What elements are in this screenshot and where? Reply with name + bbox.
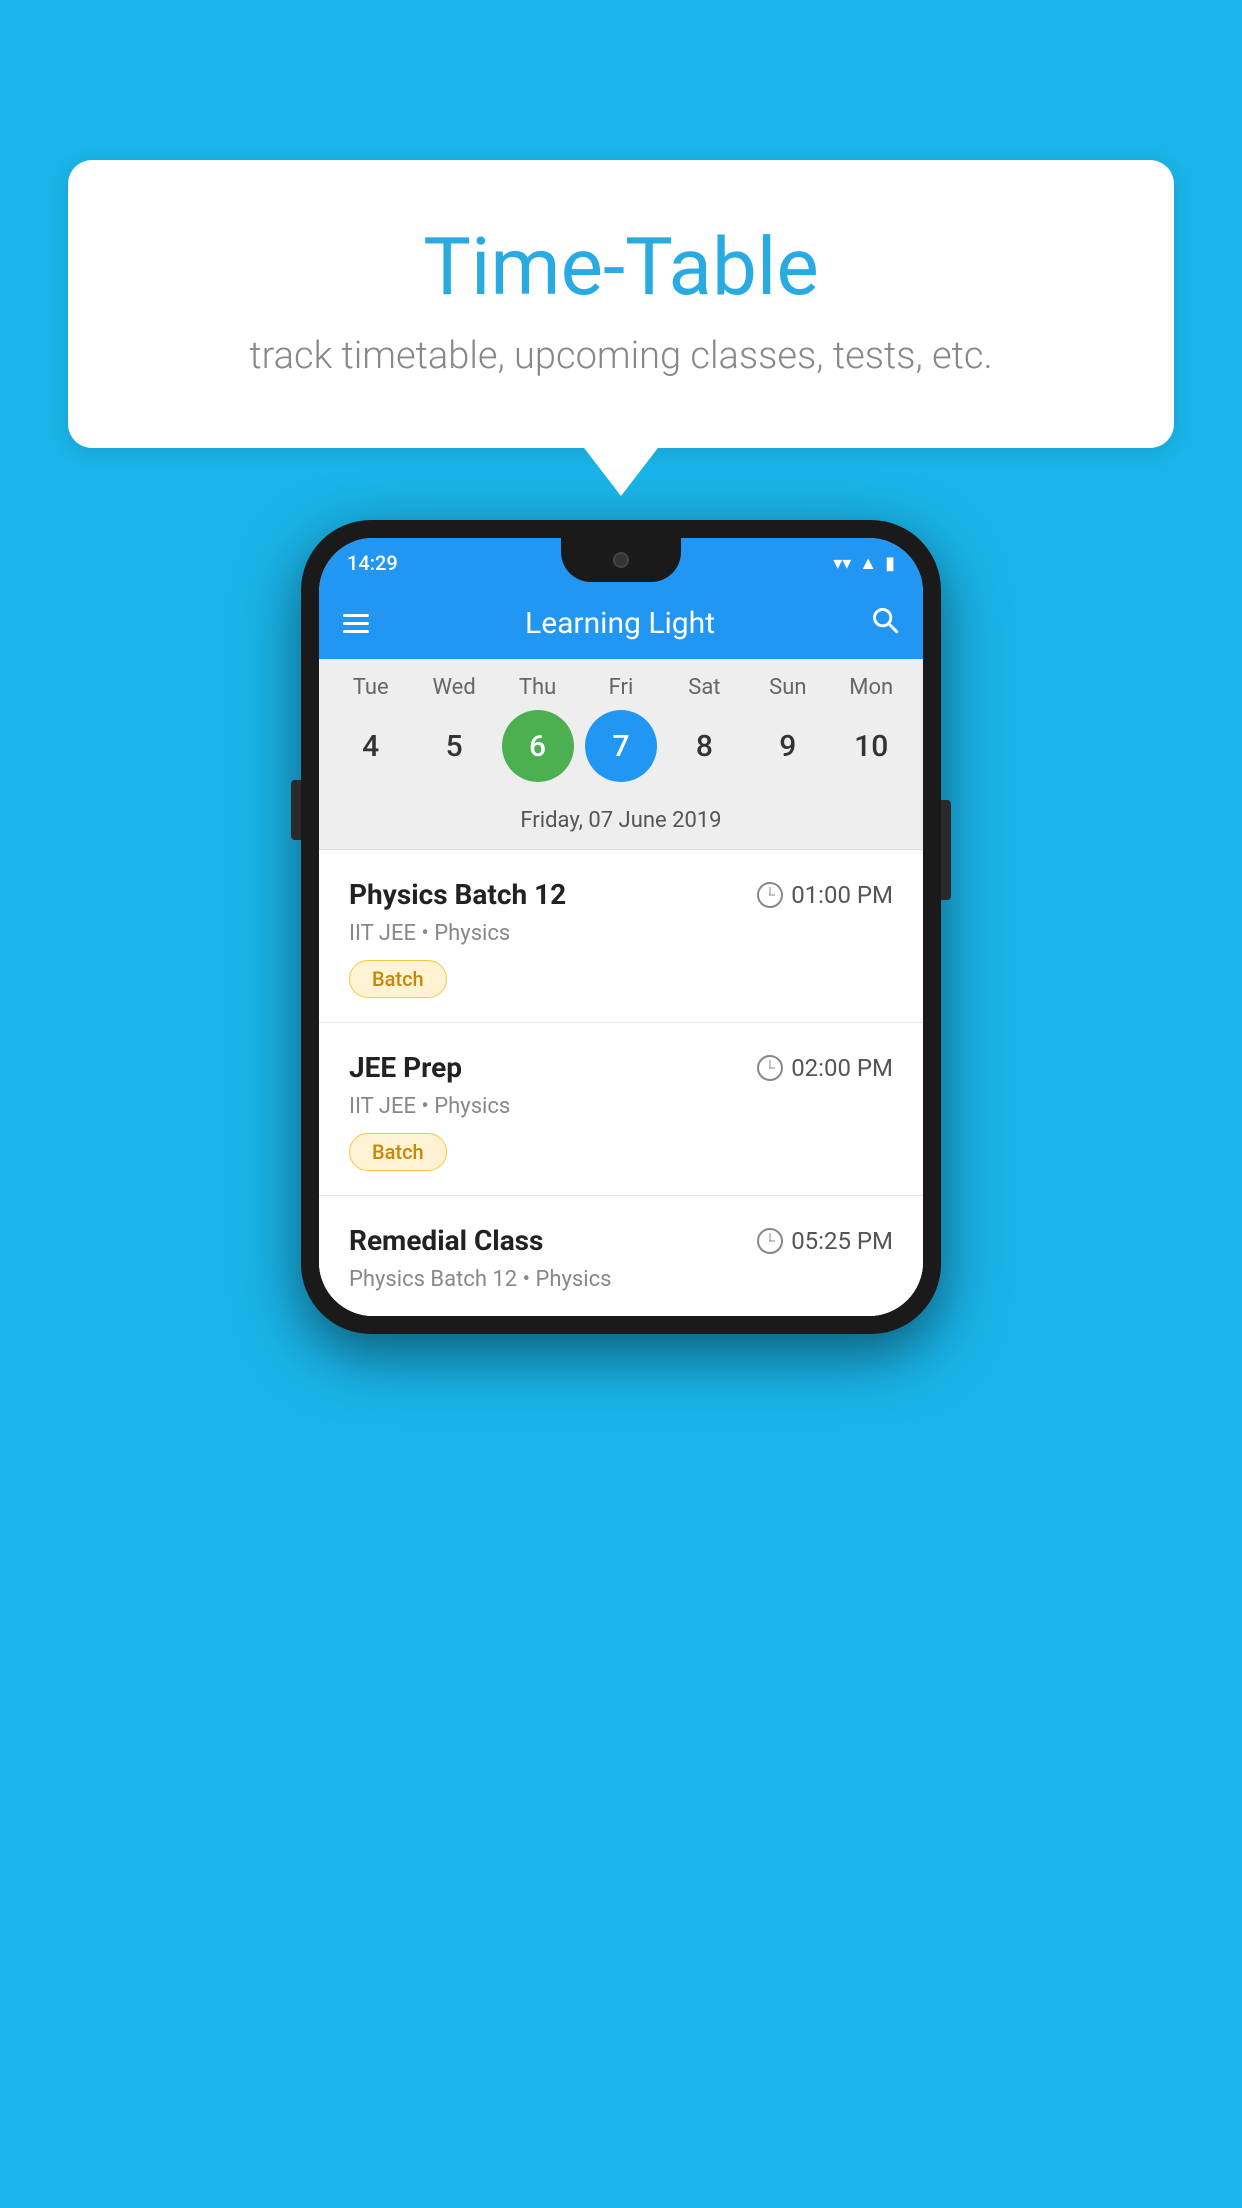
item-1-title: Physics Batch 12 [349,878,566,911]
day-7-selected[interactable]: 7 [585,710,657,782]
camera [613,552,629,568]
speech-bubble-container: Time-Table track timetable, upcoming cla… [68,160,1174,448]
schedule-item-2-header: JEE Prep 02:00 PM [349,1051,893,1084]
item-1-batch-tag: Batch [349,960,447,998]
notch [561,538,681,582]
day-9[interactable]: 9 [752,710,824,782]
bubble-subtitle: track timetable, upcoming classes, tests… [148,334,1094,378]
day-header-tue: Tue [335,675,407,700]
schedule-item-1[interactable]: Physics Batch 12 01:00 PM IIT JEE • Phys… [319,850,923,1023]
schedule-item-3[interactable]: Remedial Class 05:25 PM Physics Batch 12… [319,1196,923,1316]
day-header-thu: Thu [502,675,574,700]
day-header-sun: Sun [752,675,824,700]
signal-icon: ▲ [859,553,877,574]
schedule-list: Physics Batch 12 01:00 PM IIT JEE • Phys… [319,850,923,1316]
menu-button[interactable] [343,614,369,633]
status-bar: 14:29 ▾▾ ▲ ▮ [319,538,923,588]
clock-icon-2 [757,1055,783,1081]
phone-screen: 14:29 ▾▾ ▲ ▮ Learning Light [319,538,923,1316]
item-1-time-text: 01:00 PM [791,881,893,909]
item-1-subtitle: IIT JEE • Physics [349,921,893,946]
status-icons: ▾▾ ▲ ▮ [833,553,895,574]
item-2-time-text: 02:00 PM [791,1054,893,1082]
search-button[interactable] [871,606,899,641]
app-title: Learning Light [369,606,871,641]
schedule-item-3-header: Remedial Class 05:25 PM [349,1224,893,1257]
item-3-time: 05:25 PM [757,1227,893,1255]
app-header: Learning Light [319,588,923,659]
day-header-sat: Sat [668,675,740,700]
item-2-batch-tag: Batch [349,1133,447,1171]
selected-date-label: Friday, 07 June 2019 [319,798,923,850]
clock-icon-1 [757,882,783,908]
day-headers: Tue Wed Thu Fri Sat Sun Mon [319,675,923,710]
clock-icon-3 [757,1228,783,1254]
item-2-title: JEE Prep [349,1051,462,1084]
day-5[interactable]: 5 [418,710,490,782]
item-3-time-text: 05:25 PM [791,1227,893,1255]
schedule-item-2[interactable]: JEE Prep 02:00 PM IIT JEE • Physics Batc… [319,1023,923,1196]
day-header-wed: Wed [418,675,490,700]
item-3-title: Remedial Class [349,1224,543,1257]
calendar-strip: Tue Wed Thu Fri Sat Sun Mon 4 5 6 7 8 9 … [319,659,923,850]
day-numbers: 4 5 6 7 8 9 10 [319,710,923,798]
schedule-item-1-header: Physics Batch 12 01:00 PM [349,878,893,911]
day-header-fri: Fri [585,675,657,700]
phone-outer-shell: 14:29 ▾▾ ▲ ▮ Learning Light [301,520,941,1334]
item-2-subtitle: IIT JEE • Physics [349,1094,893,1119]
day-6-today[interactable]: 6 [502,710,574,782]
item-1-time: 01:00 PM [757,881,893,909]
day-header-mon: Mon [835,675,907,700]
day-8[interactable]: 8 [668,710,740,782]
bubble-title: Time-Table [148,220,1094,314]
wifi-icon: ▾▾ [833,553,851,574]
speech-bubble: Time-Table track timetable, upcoming cla… [68,160,1174,448]
status-time: 14:29 [347,551,398,575]
item-3-subtitle: Physics Batch 12 • Physics [349,1267,893,1292]
phone-mockup: 14:29 ▾▾ ▲ ▮ Learning Light [301,520,941,1334]
day-10[interactable]: 10 [835,710,907,782]
battery-icon: ▮ [885,553,895,574]
item-2-time: 02:00 PM [757,1054,893,1082]
day-4[interactable]: 4 [335,710,407,782]
